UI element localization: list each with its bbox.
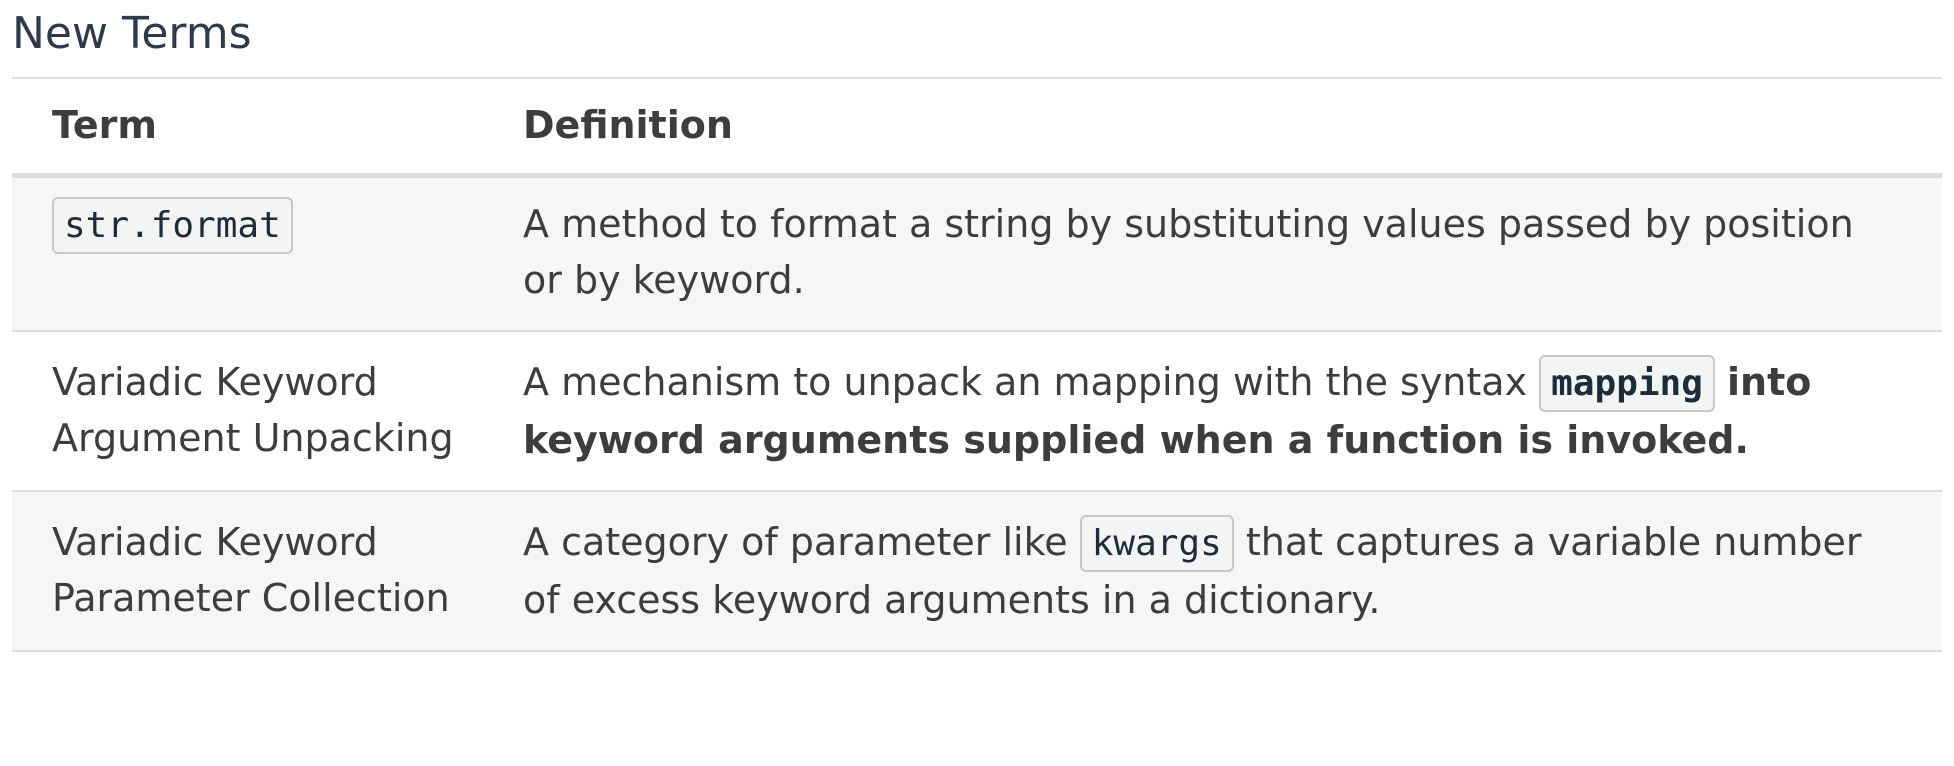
section-title: New Terms: [12, 8, 252, 59]
header-row: Term Definition: [12, 79, 1942, 178]
table-row: Variadic Keyword Parameter Collection A …: [12, 491, 1942, 652]
definition-code: mapping: [1539, 355, 1715, 412]
term-column-header: Term: [12, 79, 483, 178]
term-cell: str.format: [12, 175, 483, 332]
definition-text: A mechanism to unpack an mapping with th…: [523, 360, 1528, 404]
definition-cell: A method to format a string by substitut…: [483, 175, 1942, 332]
term-cell: Variadic Keyword Argument Unpacking: [12, 331, 483, 492]
definition-cell: A category of parameter like kwargs that…: [483, 491, 1942, 652]
term-code: str.format: [52, 197, 293, 254]
terms-table: Term Definition str.format A method to f…: [12, 79, 1942, 652]
definition-column-header: Definition: [483, 79, 1942, 178]
definition-code: kwargs: [1079, 515, 1234, 572]
table-row: str.format A method to format a string b…: [12, 175, 1942, 332]
definition-text: A category of parameter like: [523, 520, 1068, 564]
table-row: Variadic Keyword Argument Unpacking A me…: [12, 331, 1942, 492]
term-cell: Variadic Keyword Parameter Collection: [12, 491, 483, 652]
glossary-page: New Terms Term Definition str.format A m…: [0, 0, 1954, 766]
definition-cell: A mechanism to unpack an mapping with th…: [483, 331, 1942, 492]
